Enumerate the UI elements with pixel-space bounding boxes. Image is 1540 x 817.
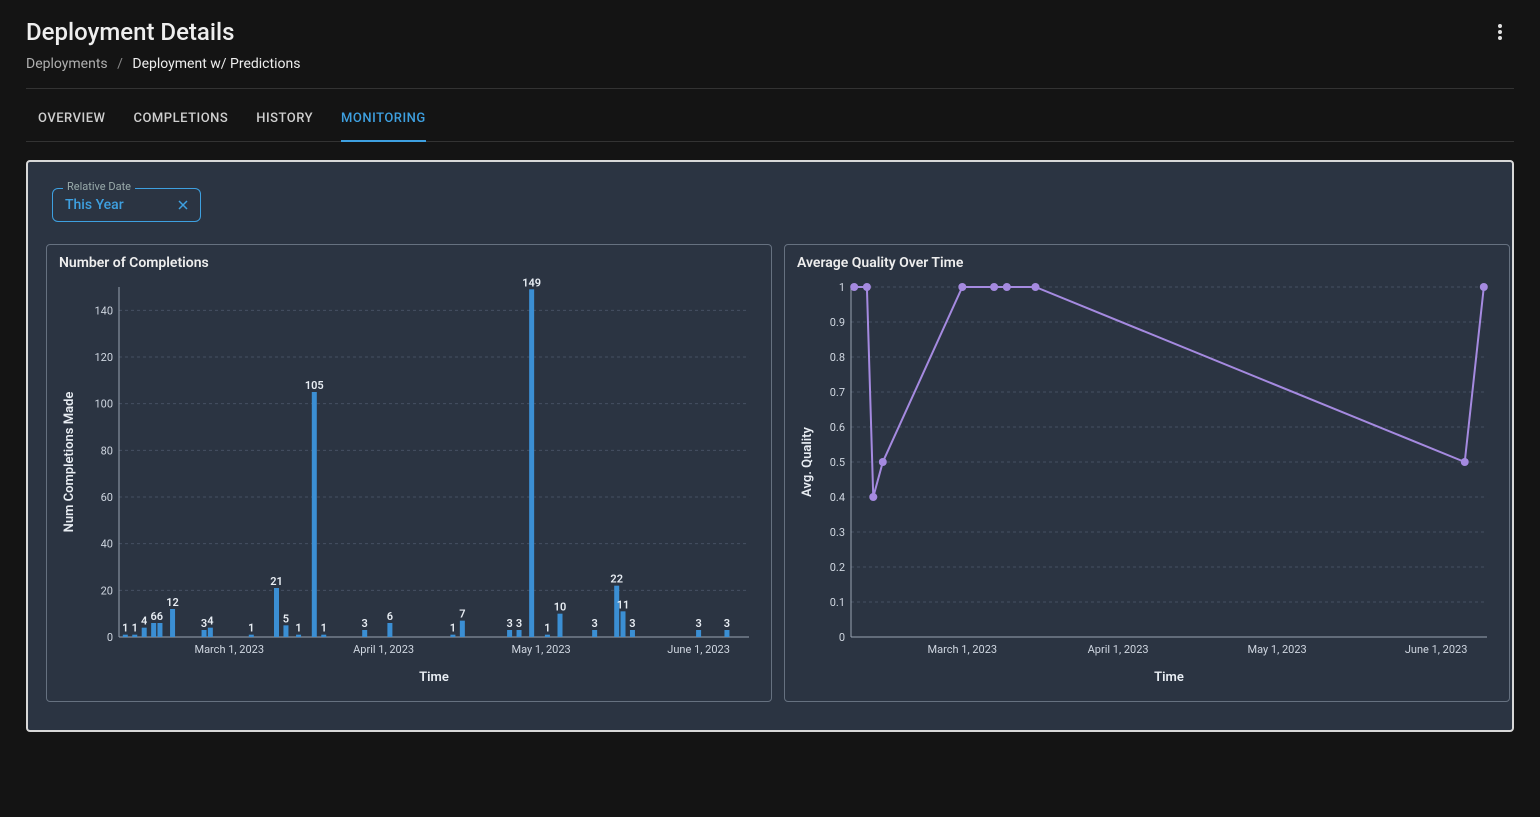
svg-text:Avg. Quality: Avg. Quality (800, 427, 815, 497)
svg-text:4: 4 (141, 615, 147, 628)
svg-text:April 1, 2023: April 1, 2023 (353, 643, 414, 656)
svg-text:0.6: 0.6 (830, 421, 845, 434)
completions-chart: 0 20 40 60 80 100 120 140 March 1, 2023 April 1, … (59, 277, 759, 687)
svg-text:1: 1 (321, 622, 327, 635)
svg-text:21: 21 (270, 575, 283, 588)
svg-text:Time: Time (419, 670, 449, 685)
tabs: OVERVIEW COMPLETIONS HISTORY MONITORING (26, 89, 1514, 142)
svg-text:3: 3 (724, 617, 730, 630)
more-menu-button[interactable] (1486, 18, 1514, 46)
breadcrumb-separator: / (117, 56, 123, 72)
svg-text:0.9: 0.9 (830, 316, 845, 329)
svg-text:100: 100 (94, 398, 113, 411)
svg-text:6: 6 (387, 610, 393, 623)
svg-text:22: 22 (610, 573, 623, 586)
breadcrumb-current: Deployment w/ Predictions (132, 56, 300, 72)
filter-legend: Relative Date (63, 180, 135, 193)
svg-text:1: 1 (248, 622, 254, 635)
svg-text:June 1, 2023: June 1, 2023 (667, 643, 730, 656)
close-icon (178, 200, 188, 210)
chart-title-quality: Average Quality Over Time (797, 255, 1497, 271)
svg-text:3: 3 (506, 617, 512, 630)
svg-text:1: 1 (295, 622, 301, 635)
svg-text:0.1: 0.1 (830, 596, 845, 609)
completions-chart-card: Number of Completions 020406080100120140… (46, 244, 772, 702)
quality-chart-card: Average Quality Over Time 00.10.20.30.40… (784, 244, 1510, 702)
tab-history[interactable]: HISTORY (256, 107, 313, 141)
svg-text:20: 20 (101, 584, 113, 597)
relative-date-filter[interactable]: Relative Date This Year (52, 188, 201, 222)
svg-text:12: 12 (166, 596, 179, 609)
svg-text:Time: Time (1154, 670, 1184, 685)
svg-text:1: 1 (544, 622, 550, 635)
svg-text:0: 0 (107, 631, 113, 644)
svg-text:3: 3 (629, 617, 635, 630)
svg-text:140: 140 (94, 304, 113, 317)
svg-text:0.2: 0.2 (830, 561, 845, 574)
breadcrumb: Deployments / Deployment w/ Predictions (26, 56, 1514, 89)
svg-text:3: 3 (592, 617, 598, 630)
svg-text:March 1, 2023: March 1, 2023 (928, 643, 998, 656)
svg-text:1: 1 (450, 622, 456, 635)
svg-text:1: 1 (122, 622, 128, 635)
svg-text:Num Completions Made: Num Completions Made (62, 392, 77, 533)
svg-text:1: 1 (132, 622, 138, 635)
svg-text:7: 7 (459, 608, 465, 621)
svg-text:0.7: 0.7 (830, 386, 845, 399)
svg-text:40: 40 (101, 538, 113, 551)
svg-text:3: 3 (695, 617, 701, 630)
svg-text:10: 10 (554, 601, 567, 614)
svg-text:3: 3 (362, 617, 368, 630)
svg-text:1: 1 (839, 281, 845, 294)
tab-monitoring[interactable]: MONITORING (341, 107, 426, 142)
svg-text:5: 5 (283, 612, 289, 625)
svg-text:11: 11 (617, 598, 630, 611)
svg-text:0: 0 (839, 631, 845, 644)
svg-text:0.4: 0.4 (830, 491, 845, 504)
svg-text:4: 4 (207, 615, 213, 628)
breadcrumb-root-link[interactable]: Deployments (26, 56, 108, 72)
svg-text:June 1, 2023: June 1, 2023 (1405, 643, 1468, 656)
tab-completions[interactable]: COMPLETIONS (133, 107, 228, 141)
svg-text:3: 3 (516, 617, 522, 630)
chart-title-completions: Number of Completions (59, 255, 759, 271)
quality-chart: 0 0.1 0.2 0.3 0.4 0.5 0.6 0.7 0.8 0.9 1 March 1, 20… (797, 277, 1497, 687)
svg-text:0.5: 0.5 (830, 456, 845, 469)
monitoring-panel: Relative Date This Year Number of Comple… (26, 160, 1514, 732)
svg-text:0.3: 0.3 (830, 526, 845, 539)
page-title: Deployment Details (26, 18, 234, 46)
svg-text:May 1, 2023: May 1, 2023 (511, 643, 570, 656)
svg-text:105: 105 (305, 379, 324, 392)
svg-text:120: 120 (94, 351, 113, 364)
svg-text:60: 60 (101, 491, 113, 504)
svg-text:April 1, 2023: April 1, 2023 (1088, 643, 1149, 656)
svg-text:March 1, 2023: March 1, 2023 (194, 643, 264, 656)
filter-clear-button[interactable] (178, 200, 188, 210)
vertical-dots-icon (1498, 24, 1502, 40)
svg-text:80: 80 (101, 444, 113, 457)
svg-text:May 1, 2023: May 1, 2023 (1247, 643, 1306, 656)
filter-value: This Year (65, 197, 124, 213)
svg-text:149: 149 (522, 277, 541, 289)
svg-text:0.8: 0.8 (830, 351, 845, 364)
tab-overview[interactable]: OVERVIEW (38, 107, 105, 141)
svg-text:6: 6 (157, 610, 163, 623)
